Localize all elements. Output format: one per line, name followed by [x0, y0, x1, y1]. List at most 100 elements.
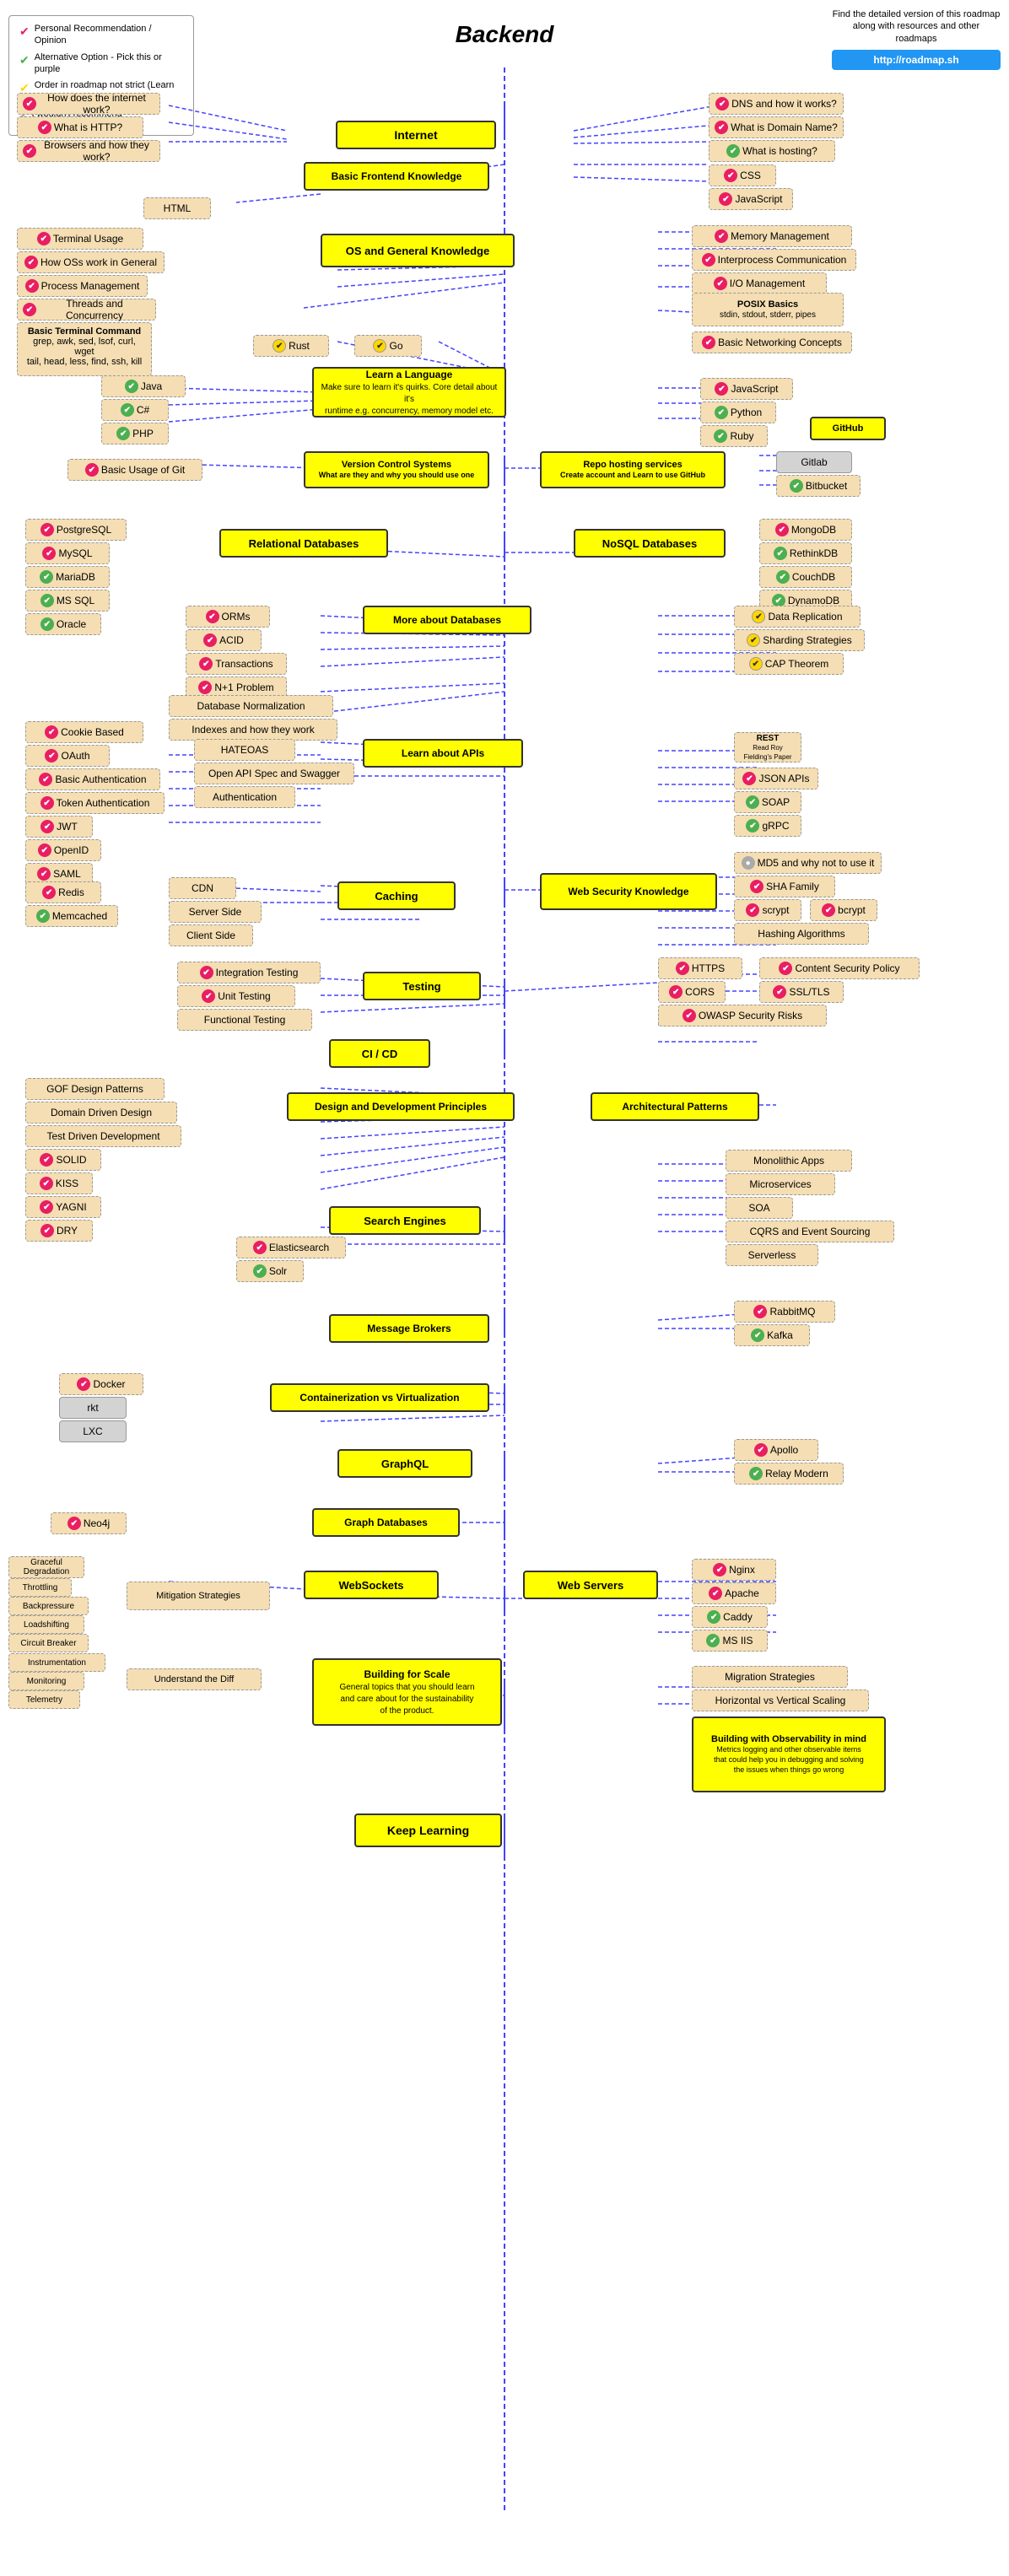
- node-ddd: Domain Driven Design: [25, 1102, 177, 1124]
- pink-check-icon: ✔: [19, 24, 30, 39]
- node-observability: Building with Observability in mind Metr…: [692, 1716, 886, 1792]
- node-websockets: WebSockets: [304, 1571, 439, 1599]
- node-oauth: ✔OAuth: [25, 745, 110, 767]
- node-process-mgmt: ✔Process Management: [17, 275, 148, 297]
- node-monitoring: Monitoring: [8, 1672, 84, 1690]
- info-box: Find the detailed version of this roadma…: [832, 8, 1001, 70]
- node-web-servers: Web Servers: [523, 1571, 658, 1599]
- node-testing: Testing: [363, 972, 481, 1000]
- node-message-brokers: Message Brokers: [329, 1314, 489, 1343]
- node-rethinkdb: ✔RethinkDB: [759, 542, 852, 564]
- node-basic-frontend: Basic Frontend Knowledge: [304, 162, 489, 191]
- node-json-apis: ✔JSON APIs: [734, 768, 818, 790]
- node-apache: ✔Apache: [692, 1582, 776, 1604]
- node-backpressure: Backpressure: [8, 1597, 89, 1615]
- node-gitlab: Gitlab: [776, 451, 852, 473]
- node-basic-terminal-cmd: Basic Terminal Command grep, awk, sed, l…: [17, 322, 152, 376]
- node-tdd: Test Driven Development: [25, 1125, 181, 1147]
- node-vcs: Version Control Systems What are they an…: [304, 451, 489, 488]
- node-java: ✔Java: [101, 375, 186, 397]
- node-github-badge: GitHub: [810, 417, 886, 440]
- node-authentication-api: Authentication: [194, 786, 295, 808]
- node-posix: POSIX Basicsstdin, stdout, stderr, pipes: [692, 293, 844, 326]
- node-soap: ✔SOAP: [734, 791, 801, 813]
- node-cicd: CI / CD: [329, 1039, 430, 1068]
- node-design-principles: Design and Development Principles: [287, 1092, 515, 1121]
- node-browsers: ✔Browsers and how they work?: [17, 140, 160, 162]
- node-hosting: ✔What is hosting?: [709, 140, 835, 162]
- url-button[interactable]: http://roadmap.sh: [832, 50, 1001, 70]
- node-sharding: ✔Sharding Strategies: [734, 629, 865, 651]
- node-db-normalization: Database Normalization: [169, 695, 333, 717]
- node-integration-testing: ✔Integration Testing: [177, 962, 321, 984]
- node-javascript-lang: ✔JavaScript: [700, 378, 793, 400]
- node-keep-learning: Keep Learning: [354, 1813, 502, 1847]
- node-learn-apis: Learn about APIs: [363, 739, 523, 768]
- node-csharp: ✔C#: [101, 399, 169, 421]
- node-apollo: ✔Apollo: [734, 1439, 818, 1461]
- node-how-internet: ✔How does the internet work?: [17, 93, 160, 115]
- node-basic-git: ✔Basic Usage of Git: [67, 459, 202, 481]
- legend-item-1: ✔ Personal Recommendation / Opinion: [19, 23, 183, 47]
- node-graphql: GraphQL: [337, 1449, 472, 1478]
- node-kiss: ✔KISS: [25, 1172, 93, 1194]
- node-more-db: More about Databases: [363, 606, 531, 634]
- node-grpc: ✔gRPC: [734, 815, 801, 837]
- node-what-http: ✔What is HTTP?: [17, 116, 143, 138]
- node-io-mgmt: ✔I/O Management: [692, 272, 827, 294]
- node-caching: Caching: [337, 881, 456, 910]
- node-loadshifting: Loadshifting: [8, 1615, 84, 1634]
- node-networking: ✔Basic Networking Concepts: [692, 331, 852, 353]
- node-soa: SOA: [726, 1197, 793, 1219]
- node-elasticsearch: ✔Elasticsearch: [236, 1237, 346, 1258]
- node-ssl-tls: ✔SSL/TLS: [759, 981, 844, 1003]
- node-terminal-usage: ✔Terminal Usage: [17, 228, 143, 250]
- node-orms: ✔ORMs: [186, 606, 270, 628]
- node-relational-db: Relational Databases: [219, 529, 388, 558]
- node-yagni: ✔YAGNI: [25, 1196, 101, 1218]
- node-caddy: ✔Caddy: [692, 1606, 768, 1628]
- node-os-general: ✔How OSs work in General: [17, 251, 165, 273]
- node-memcached: ✔Memcached: [25, 905, 118, 927]
- node-mysql: ✔MySQL: [25, 542, 110, 564]
- node-threads: ✔Threads and Concurrency: [17, 299, 156, 321]
- node-data-replication: ✔Data Replication: [734, 606, 861, 628]
- node-ms-iis: ✔MS IIS: [692, 1630, 768, 1652]
- node-hateoas: HATEOAS: [194, 739, 295, 761]
- node-nosql: NoSQL Databases: [574, 529, 726, 558]
- node-bitbucket: ✔Bitbucket: [776, 475, 861, 497]
- node-throttling: Throttling: [8, 1578, 72, 1597]
- node-os: OS and General Knowledge: [321, 234, 515, 267]
- node-cors: ✔CORS: [658, 981, 726, 1003]
- node-unit-testing: ✔Unit Testing: [177, 985, 295, 1007]
- node-mssql: ✔MS SQL: [25, 590, 110, 612]
- node-go: ✔Go: [354, 335, 422, 357]
- node-cdn: CDN: [169, 877, 236, 899]
- node-circuit-breaker: Circuit Breaker: [8, 1634, 89, 1652]
- node-oracle: ✔Oracle: [25, 613, 101, 635]
- node-jwt: ✔JWT: [25, 816, 93, 838]
- node-server-side: Server Side: [169, 901, 262, 923]
- node-internet: Internet: [336, 121, 496, 149]
- node-md5: ●MD5 and why not to use it: [734, 852, 882, 874]
- node-acid: ✔ACID: [186, 629, 262, 651]
- node-containerization: Containerization vs Virtualization: [270, 1383, 489, 1412]
- node-kafka: ✔Kafka: [734, 1324, 810, 1346]
- node-javascript-fe: ✔JavaScript: [709, 188, 793, 210]
- node-docker: ✔Docker: [59, 1373, 143, 1395]
- node-basic-auth: ✔Basic Authentication: [25, 768, 160, 790]
- node-rabbitmq: ✔RabbitMQ: [734, 1301, 835, 1323]
- node-postgresql: ✔PostgreSQL: [25, 519, 127, 541]
- legend-text-1: Personal Recommendation / Opinion: [35, 23, 183, 47]
- node-css: ✔CSS: [709, 164, 776, 186]
- node-serverless: Serverless: [726, 1244, 818, 1266]
- node-mitigation-strategies: Mitigation Strategies: [127, 1582, 270, 1610]
- node-search-engines: Search Engines: [329, 1206, 481, 1235]
- node-dry: ✔DRY: [25, 1220, 93, 1242]
- node-cqrs: CQRS and Event Sourcing: [726, 1221, 894, 1242]
- node-sha-family: ✔SHA Family: [734, 876, 835, 897]
- node-telemetry: Telemetry: [8, 1690, 80, 1709]
- node-rust: ✔Rust: [253, 335, 329, 357]
- node-functional-testing: Functional Testing: [177, 1009, 312, 1031]
- node-solr: ✔Solr: [236, 1260, 304, 1282]
